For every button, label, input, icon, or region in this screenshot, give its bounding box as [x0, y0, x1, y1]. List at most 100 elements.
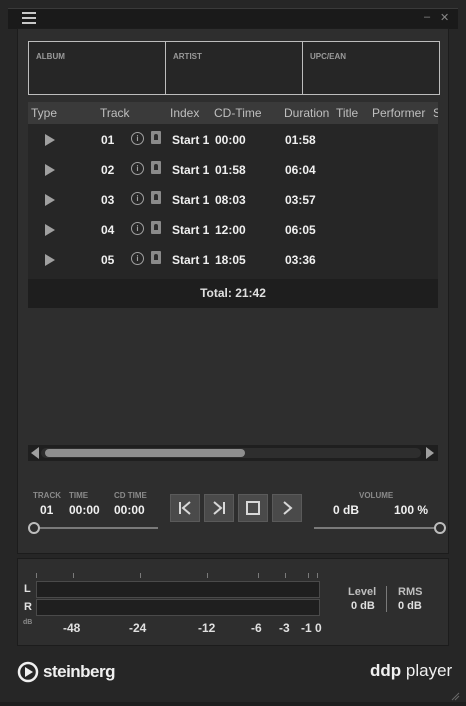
file-icon[interactable]	[151, 251, 161, 264]
close-button[interactable]: ✕	[440, 11, 449, 24]
time-value: 00:00	[69, 503, 100, 517]
track-index: Start 1	[172, 223, 210, 237]
resize-grip-icon	[451, 692, 460, 701]
scroll-left-icon[interactable]	[31, 447, 39, 459]
cd-time-label: CD TIME	[114, 491, 147, 500]
col-title[interactable]: Title	[336, 106, 358, 120]
total-duration: Total: 21:42	[28, 279, 438, 308]
steinberg-brand: steinberg	[43, 662, 116, 681]
info-icon[interactable]: i	[131, 252, 144, 265]
track-index: Start 1	[172, 163, 210, 177]
hamburger-icon[interactable]	[22, 12, 36, 24]
upc-ean-label: UPC/EAN	[310, 52, 347, 61]
track-duration: 03:36	[285, 253, 316, 267]
meter-db-label: dB	[23, 619, 33, 626]
col-track[interactable]: Track	[100, 106, 130, 120]
info-icon[interactable]: i	[131, 222, 144, 235]
info-icon[interactable]: i	[131, 192, 144, 205]
level-value: 0 dB	[351, 600, 375, 612]
previous-track-button[interactable]	[170, 494, 200, 522]
resize-grip[interactable]	[450, 688, 460, 701]
track-cd-time: 08:03	[215, 193, 246, 207]
table-row[interactable]: 03 i Start 1 08:03 03:57	[28, 184, 438, 214]
meter-scale-label: -24	[129, 621, 147, 635]
next-track-button[interactable]	[204, 494, 234, 522]
steinberg-play-icon	[17, 661, 39, 683]
info-icon[interactable]: i	[131, 132, 144, 145]
skip-forward-icon	[213, 501, 225, 515]
product-name-bold: ddp	[370, 661, 402, 680]
col-performer[interactable]: Performer	[372, 106, 425, 120]
play-track-icon[interactable]	[45, 254, 55, 266]
track-number: 03	[101, 193, 115, 207]
level-label: Level	[348, 586, 377, 598]
title-bar: – ✕	[8, 8, 458, 29]
col-duration[interactable]: Duration	[284, 106, 329, 120]
col-s[interactable]: S	[433, 106, 438, 120]
track-number: 04	[101, 223, 115, 237]
meter-tick	[285, 573, 286, 578]
meter-left-label: L	[24, 583, 31, 595]
level-meter-panel: L R dB -48 -24 -12 -6 -3 -1 0 Level 0 dB…	[17, 558, 449, 646]
track-cd-time: 18:05	[215, 253, 246, 267]
minimize-button[interactable]: –	[424, 11, 430, 23]
volume-slider-track[interactable]	[314, 527, 439, 529]
table-row[interactable]: 02 i Start 1 01:58 06:04	[28, 154, 438, 184]
scroll-right-icon[interactable]	[426, 447, 434, 459]
file-icon[interactable]	[151, 161, 161, 174]
scroll-thumb[interactable]	[45, 449, 245, 457]
meter-scale-label: -12	[198, 621, 216, 635]
play-track-icon[interactable]	[45, 134, 55, 146]
volume-db: 0 dB	[333, 503, 360, 517]
skip-back-icon	[179, 501, 191, 515]
play-track-icon[interactable]	[45, 194, 55, 206]
file-icon[interactable]	[151, 191, 161, 204]
table-row[interactable]: 04 i Start 1 12:00 06:05	[28, 214, 438, 244]
play-track-icon[interactable]	[45, 164, 55, 176]
file-icon[interactable]	[151, 221, 161, 234]
stop-button[interactable]	[238, 494, 268, 522]
disc-info-fields: ALBUM ARTIST UPC/EAN	[28, 41, 440, 95]
position-slider-track[interactable]	[33, 527, 158, 529]
play-track-icon[interactable]	[45, 224, 55, 236]
file-icon[interactable]	[151, 131, 161, 144]
table-row[interactable]: 05 i Start 1 18:05 03:36	[28, 244, 438, 274]
track-number: 02	[101, 163, 115, 177]
play-icon	[283, 501, 293, 515]
stop-icon	[246, 501, 260, 515]
position-slider-knob[interactable]	[28, 522, 40, 534]
meter-scale-label: -1	[301, 621, 312, 635]
col-type[interactable]: Type	[31, 106, 57, 120]
col-index[interactable]: Index	[170, 106, 199, 120]
track-duration: 03:57	[285, 193, 316, 207]
album-field: ALBUM	[29, 42, 166, 94]
meter-scale-label: -3	[279, 621, 290, 635]
track-cd-time: 12:00	[215, 223, 246, 237]
track-cd-time: 00:00	[215, 133, 246, 147]
time-label: TIME	[69, 491, 89, 500]
col-cd-time[interactable]: CD-Time	[214, 106, 262, 120]
volume-slider-knob[interactable]	[434, 522, 446, 534]
track-label: TRACK	[33, 491, 61, 500]
info-icon[interactable]: i	[131, 162, 144, 175]
track-index: Start 1	[172, 253, 210, 267]
track-cd-time: 01:58	[215, 163, 246, 177]
table-header: Type Track Index CD-Time Duration Title …	[28, 102, 438, 124]
album-label: ALBUM	[36, 52, 65, 61]
meter-scale-label: -6	[251, 621, 262, 635]
rms-value: 0 dB	[398, 600, 422, 612]
track-duration: 06:04	[285, 163, 316, 177]
table-row[interactable]: 01 i Start 1 00:00 01:58	[28, 124, 438, 154]
horizontal-scrollbar[interactable]	[28, 445, 438, 461]
meter-right-label: R	[24, 601, 32, 613]
meter-tick	[140, 573, 141, 578]
meter-divider	[386, 586, 387, 612]
volume-label: VOLUME	[359, 491, 394, 500]
meter-right-bar	[36, 599, 320, 616]
volume-percent: 100 %	[394, 503, 429, 517]
track-value: 01	[40, 503, 54, 517]
track-table: Type Track Index CD-Time Duration Title …	[28, 102, 438, 308]
play-button[interactable]	[272, 494, 302, 522]
track-duration: 01:58	[285, 133, 316, 147]
track-index: Start 1	[172, 133, 210, 147]
